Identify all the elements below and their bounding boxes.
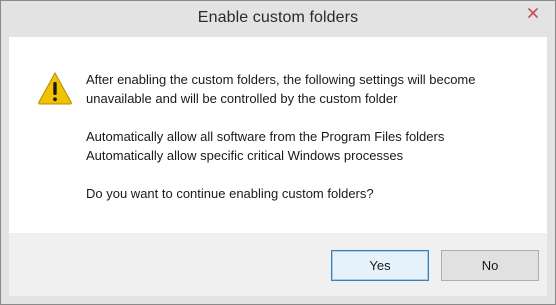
affected-setting: Automatically allow all software from th… — [86, 129, 445, 144]
close-icon — [528, 8, 538, 18]
dialog-title: Enable custom folders — [197, 9, 359, 26]
affected-setting: Automatically allow specific critical Wi… — [86, 148, 404, 163]
no-button[interactable]: No — [441, 250, 539, 281]
confirmation-question: Do you want to continue enabling custom … — [86, 186, 374, 201]
yes-button[interactable]: Yes — [331, 250, 429, 281]
dialog-window: Enable custom folders After enabling the… — [0, 0, 556, 305]
message-line: unavailable and will be controlled by th… — [86, 91, 398, 106]
title-bar[interactable]: Enable custom folders — [1, 1, 555, 37]
warning-icon — [38, 71, 72, 105]
message-text: After enabling the custom folders, the f… — [86, 70, 536, 203]
message-line: After enabling the custom folders, the f… — [86, 72, 476, 87]
dialog-content: After enabling the custom folders, the f… — [9, 37, 547, 233]
button-bar: Yes No — [9, 233, 547, 296]
close-button[interactable] — [520, 2, 546, 24]
